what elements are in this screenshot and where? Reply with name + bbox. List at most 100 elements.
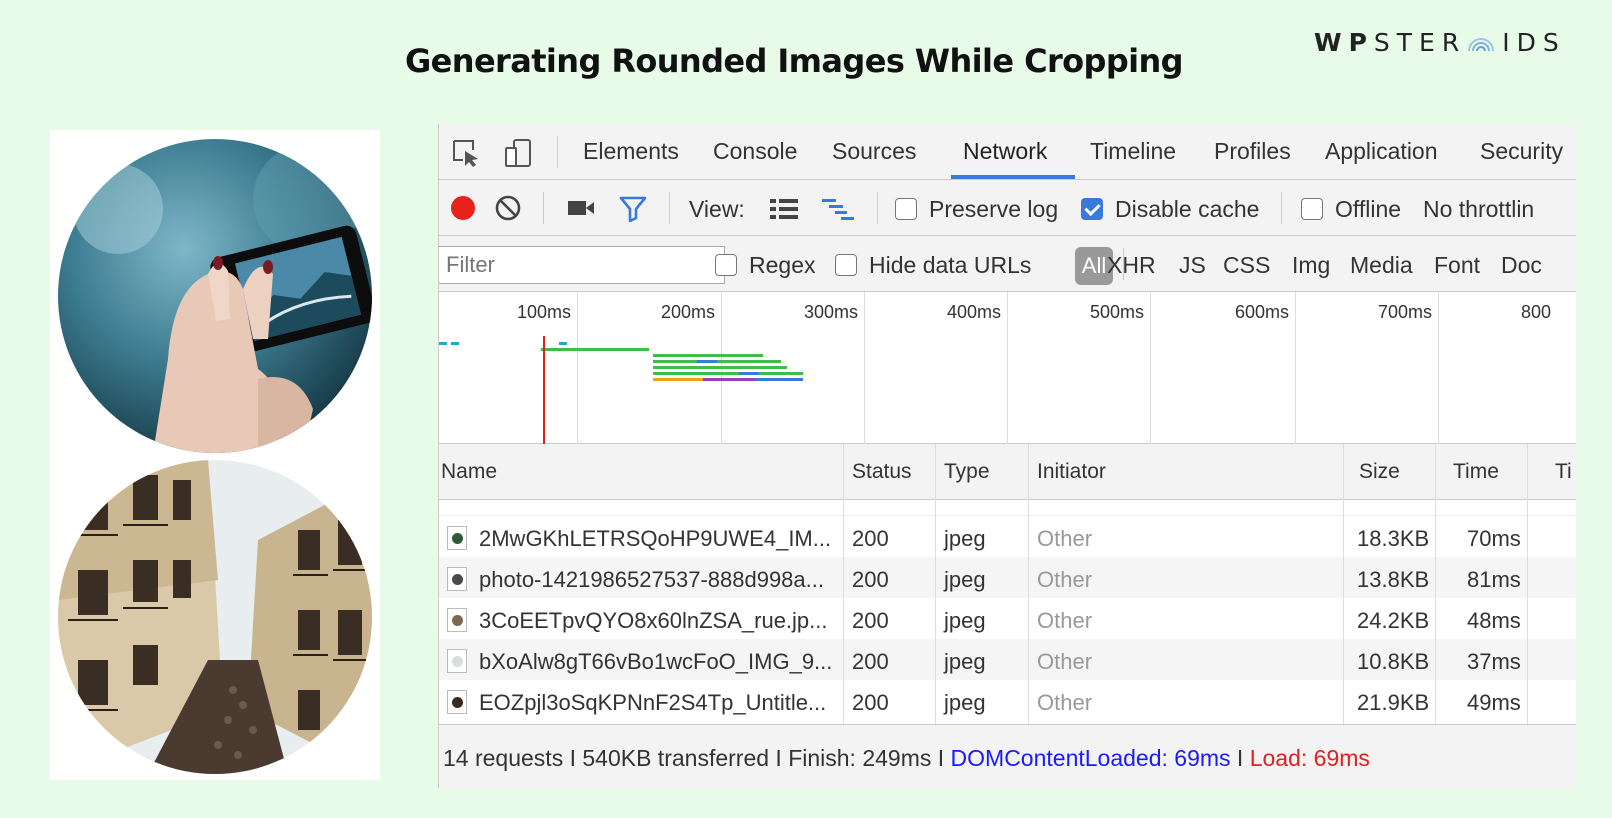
table-row-partial[interactable] [439,500,1576,516]
view-label: View: [689,196,745,222]
cell-status: 200 [852,567,889,592]
table-row[interactable]: 3CoEETpvQYO8x60lnZSA_rue.jp... 200 jpeg … [439,598,1576,639]
file-thumbnail-icon [447,649,467,673]
column-header-time[interactable]: Time [1453,460,1499,484]
cell-initiator: Other [1037,690,1093,715]
capture-screenshots-icon[interactable] [567,198,595,218]
offline-checkbox[interactable] [1301,198,1323,220]
table-row[interactable]: bXoAlw8gT66vBo1wcFoO_IMG_9... 200 jpeg O… [439,639,1576,680]
filter-input[interactable] [439,246,725,284]
column-header-name[interactable]: Name [441,460,497,484]
tab-application[interactable]: Application [1325,138,1438,165]
cell-size: 10.8KB [1357,649,1430,674]
preserve-log-label: Preserve log [929,196,1059,222]
filter-type-font[interactable]: Font [1434,252,1480,279]
cell-time: 48ms [1467,608,1521,633]
inspect-element-icon[interactable] [451,138,481,168]
file-thumbnail-icon [447,526,467,550]
brand-part-1: WP [1314,28,1374,57]
filter-type-xhr[interactable]: XHR [1107,252,1156,279]
cell-type: jpeg [944,649,986,674]
column-separator[interactable] [1435,444,1436,724]
cell-status: 200 [852,608,889,633]
tabbar-separator [557,136,558,168]
filter-type-css[interactable]: CSS [1223,252,1270,279]
load-marker-line [543,336,545,444]
brand-part-3: IDS [1502,28,1566,57]
brand-logo: WPSTER IDS [1314,28,1566,57]
column-separator[interactable] [935,444,936,724]
cell-type: jpeg [944,608,986,633]
table-row[interactable]: EOZpjl3oSqKPNnF2S4Tp_Untitle... 200 jpeg… [439,680,1576,721]
hide-data-urls-label: Hide data URLs [869,252,1032,278]
overview-tick-label: 300ms [804,302,859,322]
disable-cache-checkbox[interactable] [1081,198,1103,220]
clear-icon[interactable] [494,194,522,222]
filter-type-media[interactable]: Media [1350,252,1413,279]
rounded-image-street [58,460,372,774]
preserve-log-checkbox[interactable] [895,198,917,220]
filter-icon[interactable] [619,196,647,222]
toolbar-separator [543,192,544,224]
thumbnail-swatch [452,574,463,585]
brand-arc-icon [1468,38,1495,52]
cell-time: 81ms [1467,567,1521,592]
hide-data-urls-checkbox[interactable] [835,254,857,276]
overview-bar [697,360,717,363]
column-header-size[interactable]: Size [1359,460,1400,484]
column-separator[interactable] [1343,444,1344,724]
column-separator[interactable] [1527,444,1528,724]
cell-name: bXoAlw8gT66vBo1wcFoO_IMG_9... [479,649,833,674]
network-toolbar: View: Preserve log Disable cache Offline… [439,180,1576,236]
overview-grid-line [1295,292,1296,444]
filter-type-img[interactable]: Img [1292,252,1330,279]
cell-size: 18.3KB [1357,526,1430,551]
tab-sources[interactable]: Sources [832,138,916,165]
cell-type: jpeg [944,567,986,592]
cell-initiator: Other [1037,608,1093,633]
cell-initiator: Other [1037,526,1093,551]
column-header-status[interactable]: Status [852,460,912,484]
large-rows-icon[interactable] [769,198,799,220]
tab-security[interactable]: Security [1480,138,1563,165]
cell-name: EOZpjl3oSqKPNnF2S4Tp_Untitle... [479,690,827,715]
tab-profiles[interactable]: Profiles [1214,138,1291,165]
overview-tick-label: 800 [1521,302,1552,322]
cell-initiator: Other [1037,649,1093,674]
toolbar-separator [669,192,670,224]
cell-time: 49ms [1467,690,1521,715]
tab-timeline[interactable]: Timeline [1090,138,1176,165]
waterfall-overview-icon[interactable] [821,198,855,220]
tab-elements[interactable]: Elements [583,138,679,165]
throttling-select[interactable]: No throttlin [1423,196,1534,223]
overview-tick-label: 600ms [1235,302,1290,322]
device-mode-icon[interactable] [503,138,533,168]
tab-console[interactable]: Console [713,138,797,165]
filter-type-doc[interactable]: Doc [1501,252,1542,279]
regex-checkbox[interactable] [715,254,737,276]
thumbnail-swatch [452,656,463,667]
overview-bar [755,378,803,381]
overview-bar [653,378,703,381]
disable-cache-label: Disable cache [1115,196,1260,222]
thumbnail-swatch [452,697,463,708]
table-row[interactable]: 2MwGKhLETRSQoHP9UWE4_IM... 200 jpeg Othe… [439,516,1576,557]
column-separator[interactable] [1028,444,1029,724]
overview-bar [739,372,759,375]
column-header-initiator[interactable]: Initiator [1037,460,1106,484]
record-icon[interactable] [449,194,477,222]
overview-bar [439,342,447,345]
table-row[interactable]: photo-1421986527537-888d998a... 200 jpeg… [439,557,1576,598]
cell-size: 24.2KB [1357,608,1430,633]
column-header-timeline[interactable]: Ti [1555,460,1572,484]
column-separator[interactable] [843,444,844,724]
cell-name: photo-1421986527537-888d998a... [479,567,824,592]
overview-bar [451,342,459,345]
filter-type-js[interactable]: JS [1179,252,1206,279]
tab-network[interactable]: Network [963,138,1047,165]
regex-label: Regex [749,252,816,278]
cell-status: 200 [852,690,889,715]
overview-bar [653,366,787,369]
network-overview[interactable]: 100ms 200ms 300ms 400ms 500ms 600ms 700m… [439,292,1576,444]
column-header-type[interactable]: Type [944,460,990,484]
